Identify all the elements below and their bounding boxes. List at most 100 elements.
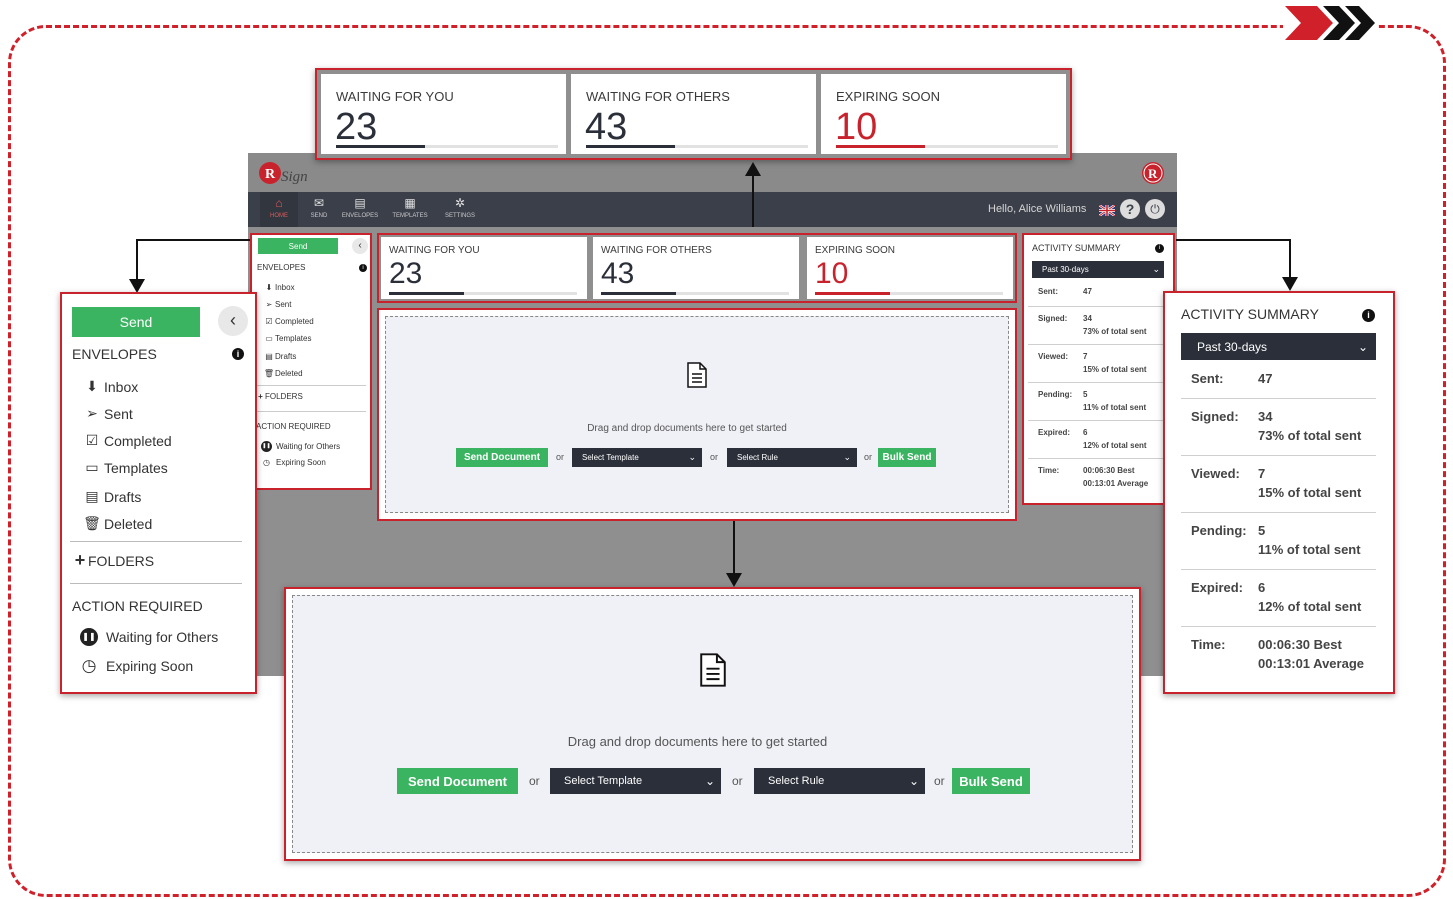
- arrow-up-icon: [745, 162, 761, 176]
- action-label: Expiring Soon: [106, 658, 194, 674]
- send-document-button[interactable]: Send Document: [397, 768, 518, 794]
- paper-plane-icon: ➢: [86, 405, 98, 421]
- stats-callout: WAITING FOR YOU 23 WAITING FOR OTHERS 43…: [315, 68, 1072, 160]
- sidebar-item-inbox[interactable]: ⬇ Inbox: [80, 378, 138, 395]
- stat-label: WAITING FOR OTHERS: [586, 89, 730, 104]
- nav-envelopes[interactable]: ▤ ENVELOPES: [338, 192, 382, 227]
- nav-templates[interactable]: ▦ TEMPLATES: [388, 192, 432, 227]
- connector-line: [136, 239, 138, 281]
- sidebar-item-drafts[interactable]: ▤ Drafts: [263, 352, 296, 361]
- row-key: Viewed:: [1038, 352, 1069, 361]
- row-key: Pending:: [1038, 390, 1073, 399]
- dropzone-area[interactable]: [385, 316, 1009, 513]
- select-value: Select Rule: [768, 775, 825, 787]
- stat-card-waiting-for-you[interactable]: WAITING FOR YOU 23: [381, 237, 587, 299]
- activity-row-expired: Expired: 6 12% of total sent: [1028, 421, 1169, 459]
- send-document-button[interactable]: Send Document: [456, 448, 548, 467]
- sidebar-item-templates[interactable]: ▭ Templates: [80, 459, 167, 476]
- row-value: 5: [1258, 523, 1266, 538]
- or-text: or: [710, 452, 719, 462]
- sidebar-item-completed[interactable]: ☑ Completed: [80, 432, 172, 449]
- activity-row-pending: Pending: 5 11% of total sent: [1181, 513, 1376, 570]
- bulk-send-button[interactable]: Bulk Send: [878, 448, 936, 467]
- stat-progress-track: [815, 292, 1003, 295]
- select-value: Past 30-days: [1042, 265, 1089, 274]
- sidebar-item-templates[interactable]: ▭ Templates: [263, 334, 311, 343]
- connector-line: [136, 239, 250, 241]
- sidebar-item-label: Completed: [275, 317, 314, 326]
- activity-row-sent: Sent: 47: [1181, 363, 1376, 399]
- help-icon[interactable]: ?: [1120, 199, 1140, 219]
- document-icon: [700, 653, 726, 687]
- send-button[interactable]: Send: [72, 307, 200, 337]
- stat-card-expiring-soon[interactable]: EXPIRING SOON 10: [821, 74, 1066, 154]
- row-sub: 11% of total sent: [1083, 403, 1147, 412]
- info-icon[interactable]: i: [1362, 309, 1375, 322]
- sidebar-item-completed[interactable]: ☑ Completed: [263, 317, 314, 326]
- add-folder-button[interactable]: + FOLDERS: [72, 550, 154, 571]
- sidebar-item-sent[interactable]: ➢ Sent: [80, 405, 133, 422]
- power-icon[interactable]: ⏻: [1145, 199, 1165, 219]
- activity-title: ACTIVITY SUMMARY: [1032, 243, 1121, 253]
- period-dropdown[interactable]: Past 30-days ⌄: [1181, 333, 1376, 360]
- activity-row-signed: Signed: 34 73% of total sent: [1028, 307, 1169, 345]
- row-value: 7: [1083, 352, 1088, 361]
- sidebar-item-deleted[interactable]: 🗑 Deleted: [80, 515, 152, 532]
- uk-flag-icon[interactable]: [1099, 205, 1115, 216]
- info-icon[interactable]: i: [1155, 244, 1164, 253]
- sidebar-item-inbox[interactable]: ⬇ Inbox: [263, 283, 295, 292]
- row-sub: 15% of total sent: [1083, 365, 1147, 374]
- stat-progress-track: [601, 292, 789, 295]
- row-key: Signed:: [1191, 409, 1239, 424]
- sidebar-item-label: Deleted: [275, 369, 303, 378]
- template-icon: ▭: [85, 459, 99, 475]
- sidebar-item-label: Deleted: [104, 515, 153, 532]
- row-key: Signed:: [1038, 314, 1068, 323]
- select-rule-dropdown[interactable]: Select Rule ⌄: [727, 448, 857, 467]
- nav-settings[interactable]: ✲ SETTINGS: [440, 192, 480, 227]
- inbox-icon: ⬇: [265, 283, 273, 292]
- add-folder-button[interactable]: + FOLDERS: [256, 392, 303, 401]
- stat-card-waiting-for-others[interactable]: WAITING FOR OTHERS 43: [571, 74, 816, 154]
- chevron-down-icon: ⌄: [908, 774, 919, 788]
- divider: [70, 583, 242, 584]
- nav-label: TEMPLATES: [392, 213, 428, 219]
- nav-send[interactable]: ✉ SEND: [304, 192, 334, 227]
- row-sub: 12% of total sent: [1083, 441, 1147, 450]
- sidebar-item-label: Inbox: [104, 378, 139, 395]
- select-template-dropdown[interactable]: Select Template ⌄: [550, 768, 721, 794]
- nav-home[interactable]: ⌂ HOME: [260, 192, 298, 227]
- send-button[interactable]: Send: [258, 238, 338, 254]
- period-dropdown[interactable]: Past 30-days ⌄: [1032, 261, 1164, 278]
- info-icon[interactable]: i: [232, 348, 244, 360]
- bulk-send-button[interactable]: Bulk Send: [952, 768, 1030, 794]
- collapse-chevron-icon[interactable]: ‹: [218, 306, 248, 336]
- chevron-down-icon: ⌄: [1357, 339, 1368, 354]
- activity-callout: ACTIVITY SUMMARY i Past 30-days ⌄ Sent: 47…: [1163, 291, 1395, 694]
- row-value: 00:06:30 Best: [1083, 466, 1135, 475]
- sidebar-item-drafts[interactable]: ▤ Drafts: [80, 488, 141, 505]
- nav-label: SETTINGS: [444, 213, 475, 219]
- select-template-dropdown[interactable]: Select Template ⌄: [572, 448, 702, 467]
- stat-progress-fill: [601, 292, 677, 295]
- info-icon[interactable]: i: [359, 264, 367, 272]
- collapse-chevron-icon[interactable]: ‹: [352, 238, 368, 254]
- envelopes-icon: ▤: [354, 196, 366, 210]
- stat-card-waiting-for-you[interactable]: WAITING FOR YOU 23: [321, 74, 566, 154]
- sidebar-item-sent[interactable]: ➢ Sent: [263, 300, 292, 309]
- action-waiting-for-others[interactable]: ❚❚ Waiting for Others: [261, 441, 340, 452]
- action-expiring-soon[interactable]: ◷ Expiring Soon: [261, 458, 326, 467]
- select-rule-dropdown[interactable]: Select Rule ⌄: [754, 768, 925, 794]
- chevron-down-icon: ⌄: [688, 452, 696, 462]
- stat-card-expiring-soon[interactable]: EXPIRING SOON 10: [807, 237, 1013, 299]
- sidebar-item-deleted[interactable]: 🗑 Deleted: [263, 369, 303, 378]
- action-waiting-for-others[interactable]: ❚❚ Waiting for Others: [80, 628, 218, 646]
- stat-card-waiting-for-others[interactable]: WAITING FOR OTHERS 43: [593, 237, 799, 299]
- dropzone-area[interactable]: [292, 595, 1133, 853]
- action-expiring-soon[interactable]: ◷ Expiring Soon: [80, 656, 194, 676]
- sidebar-item-label: Sent: [104, 405, 133, 422]
- activity-rows: Sent: 47 Signed: 34 73% of total sent Viewe…: [1028, 281, 1169, 501]
- row-sub: 11% of total sent: [1258, 542, 1361, 557]
- chevron-down-icon: ⌄: [704, 774, 715, 788]
- row-sub: 12% of total sent: [1258, 599, 1362, 614]
